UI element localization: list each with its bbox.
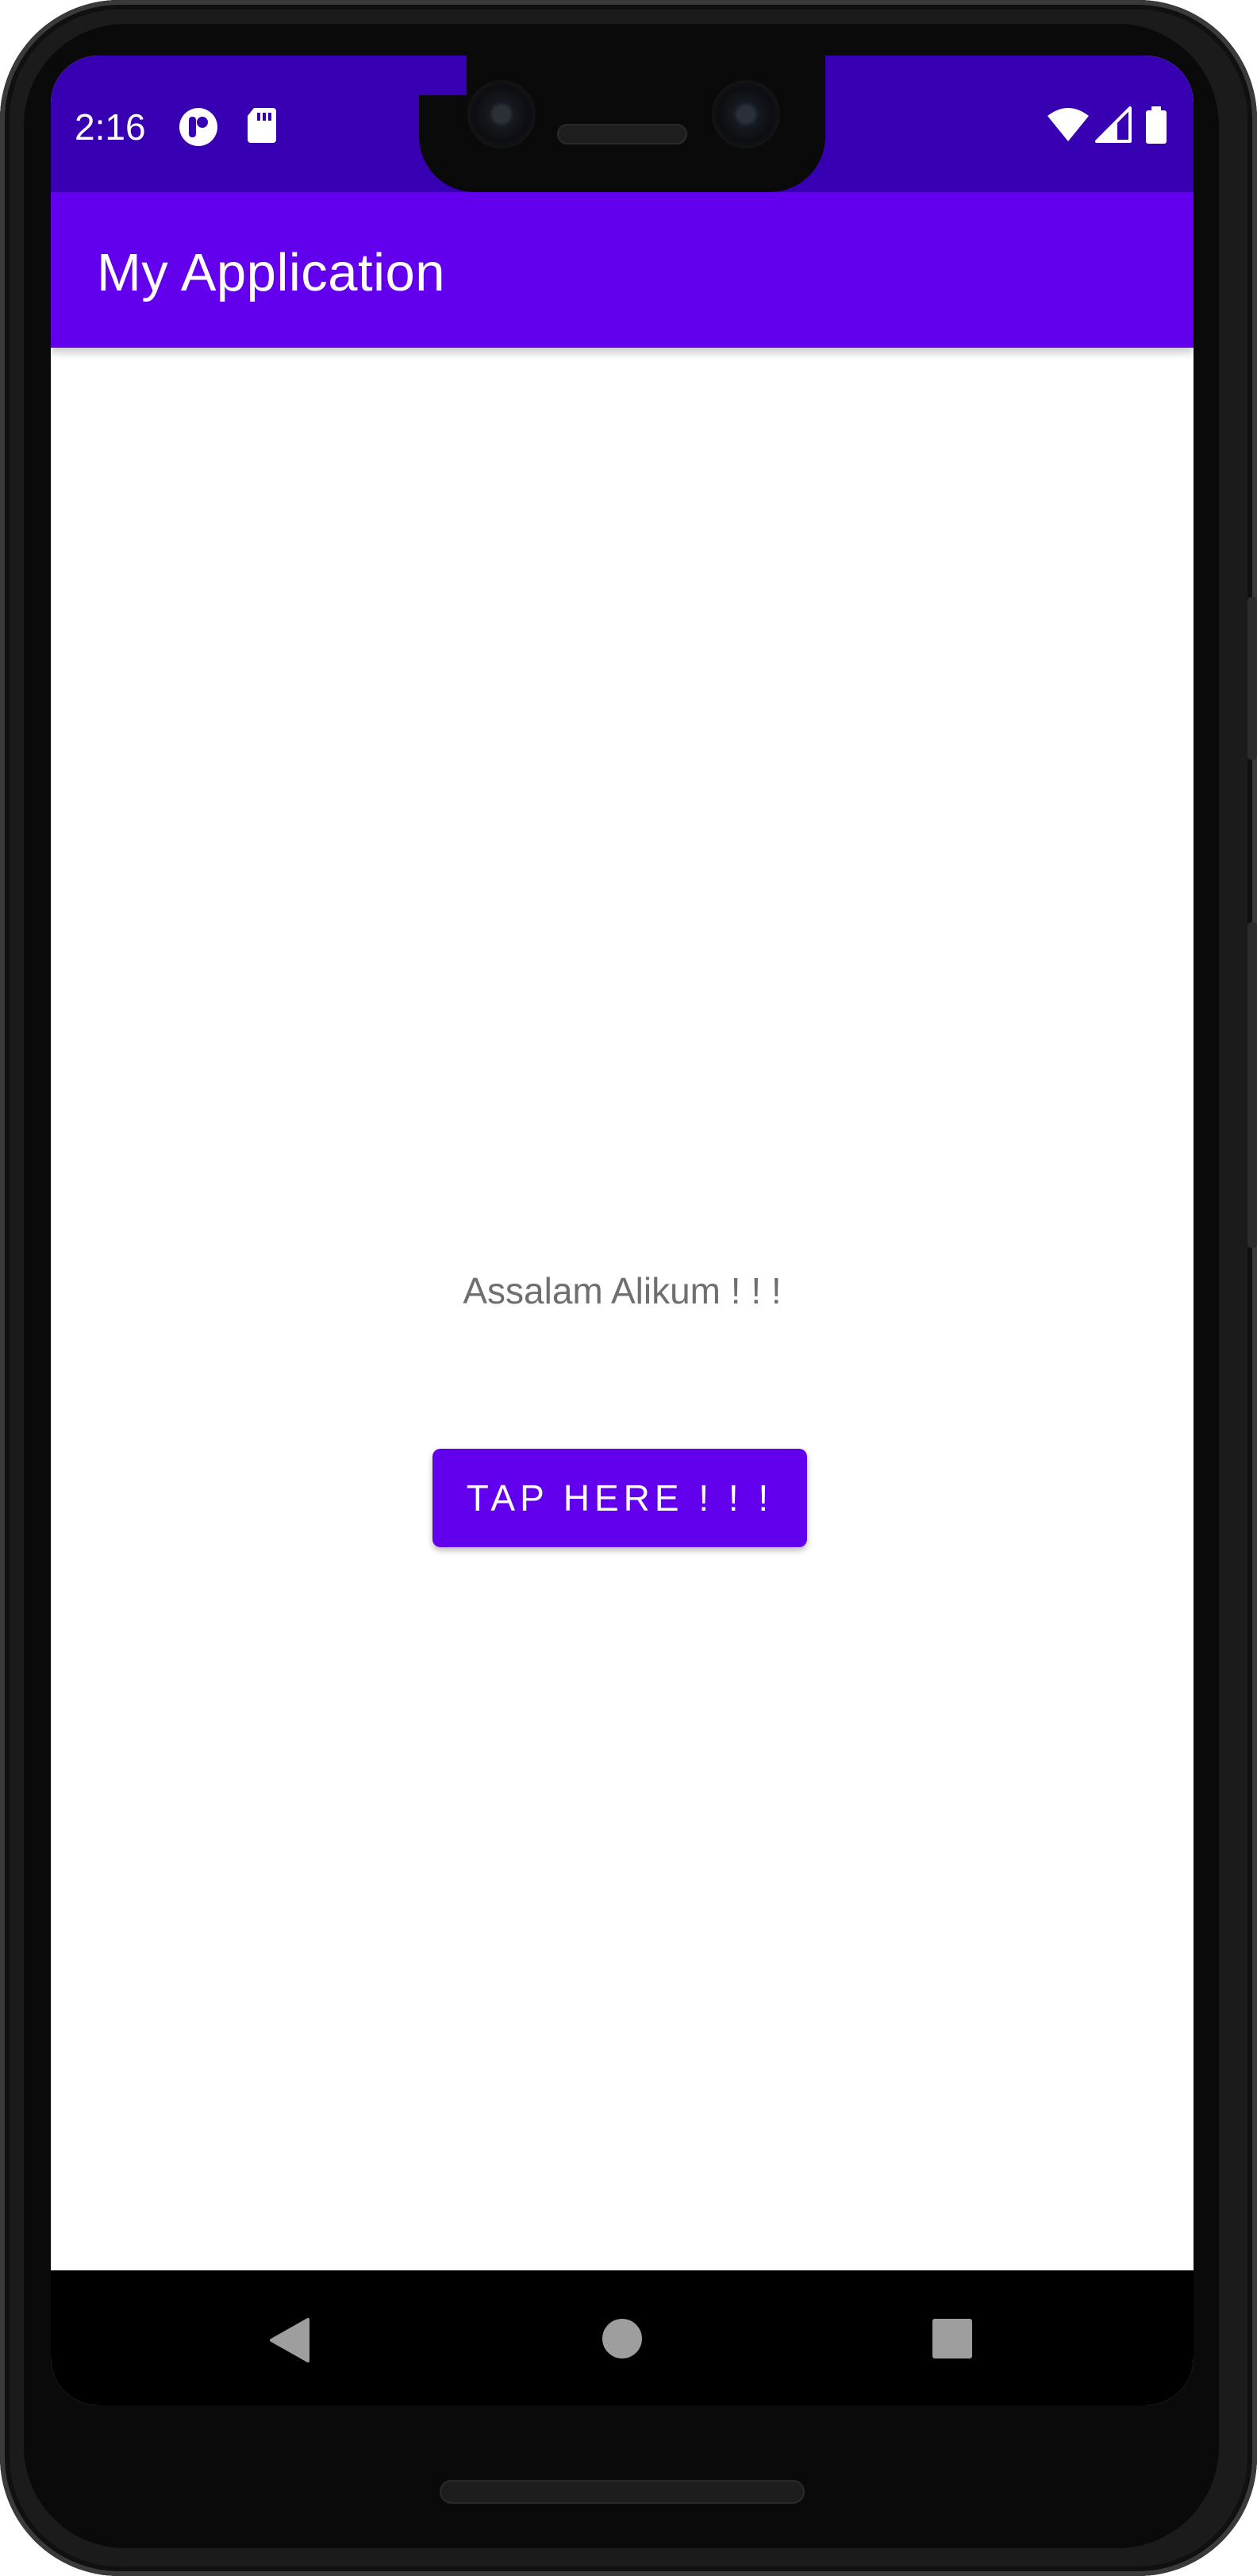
bottom-speaker-grille: [440, 2480, 805, 2504]
volume-button: [1247, 922, 1257, 1248]
earpiece-speaker: [557, 124, 687, 144]
power-button: [1247, 597, 1257, 760]
home-icon[interactable]: [600, 2316, 644, 2365]
device-screen: 2:16 My Application Assalam Alikum ! ! !…: [51, 56, 1194, 2405]
main-content: Assalam Alikum ! ! ! TAP HERE ! ! !: [51, 348, 1194, 2270]
back-icon[interactable]: [267, 2316, 311, 2368]
camera-notch: [419, 56, 825, 192]
app-bar: My Application: [51, 192, 1194, 348]
greeting-text: Assalam Alikum ! ! !: [463, 1270, 782, 1311]
sd-card-icon: [246, 106, 278, 148]
status-time: 2:16: [75, 106, 146, 148]
recents-icon[interactable]: [930, 2316, 974, 2365]
front-camera-right-icon: [714, 83, 778, 146]
navigation-bar: [51, 2270, 1194, 2405]
tap-here-button[interactable]: TAP HERE ! ! !: [432, 1449, 807, 1547]
status-bar: 2:16: [51, 56, 1194, 192]
battery-icon: [1144, 106, 1168, 148]
front-camera-left-icon: [470, 83, 533, 146]
cell-signal-icon: [1094, 106, 1132, 147]
app-title: My Application: [97, 243, 445, 302]
wifi-icon: [1046, 106, 1090, 147]
ring-app-icon: [178, 106, 219, 152]
